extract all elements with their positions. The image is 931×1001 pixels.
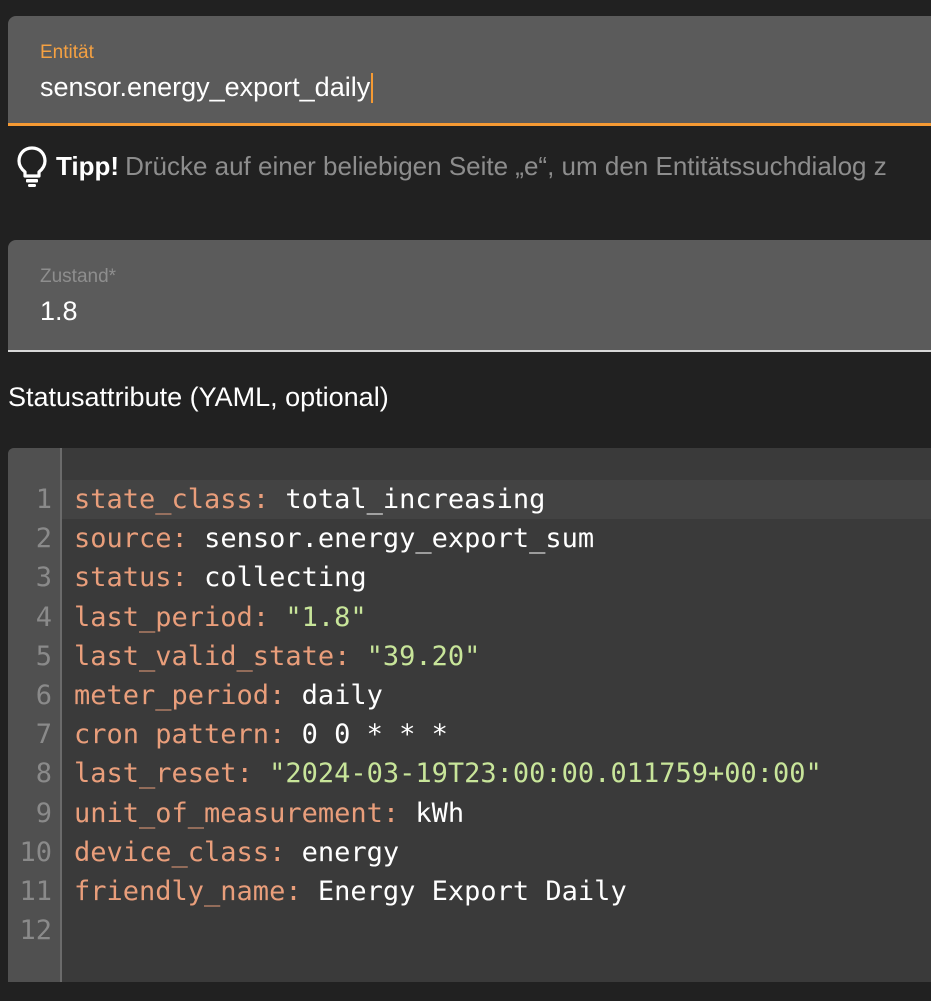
line-number: 3 — [35, 562, 52, 594]
code-content: device_class: energy — [60, 837, 399, 868]
yaml-key: last_reset — [74, 758, 237, 790]
code-content: friendly_name: Energy Export Daily — [60, 876, 627, 907]
yaml-separator: : — [382, 797, 416, 829]
yaml-value: daily — [301, 680, 383, 712]
tip-title: Tipp! — [56, 150, 120, 181]
entity-input-value[interactable]: sensor.energy_export_daily — [40, 72, 370, 103]
yaml-code-editor[interactable]: 1 state_class: total_increasing 2 source: s… — [8, 448, 931, 982]
text-caret — [371, 72, 374, 103]
yaml-key: last_period — [74, 601, 253, 633]
line-number: 8 — [35, 758, 52, 790]
state-field[interactable]: Zustand* 1.8 — [8, 240, 931, 352]
line-number: 2 — [35, 523, 52, 555]
entity-field-label: Entität — [40, 42, 94, 63]
yaml-separator: : — [171, 562, 205, 594]
yaml-key: last_valid_state — [74, 640, 335, 672]
code-lines[interactable]: 1 state_class: total_increasing 2 source: s… — [8, 480, 931, 950]
code-content: last_reset: "2024-03-19T23:00:00.011759+… — [60, 758, 822, 789]
yaml-value: kWh — [415, 797, 465, 829]
state-field-label: Zustand* — [40, 266, 117, 287]
line-number: 5 — [35, 640, 52, 672]
code-line[interactable]: 9 unit_of_measurement: kWh — [8, 794, 931, 833]
yaml-value: "2024-03-19T23:00:00.011759+00:00" — [269, 758, 822, 790]
code-line[interactable]: 10 device_class: energy — [8, 833, 931, 872]
yaml-key: source — [74, 523, 172, 555]
code-line[interactable]: 4 last_period: "1.8" — [8, 598, 931, 637]
yaml-value: sensor.energy_export_sum — [204, 523, 595, 555]
line-number: 11 — [19, 875, 52, 907]
code-content: source: sensor.energy_export_sum — [60, 523, 594, 554]
code-content: meter_period: daily — [60, 680, 383, 711]
state-input-value[interactable]: 1.8 — [40, 296, 78, 327]
line-number: 12 — [19, 915, 52, 947]
code-content: state_class: total_increasing — [60, 484, 545, 515]
attributes-label: Statusattribute (YAML, optional) — [8, 382, 389, 412]
yaml-key: cron pattern — [74, 719, 270, 751]
yaml-separator: : — [269, 719, 302, 751]
line-number: 10 — [19, 836, 52, 868]
tip-text: Drücke auf einer beliebigen Seite „e“, u… — [125, 150, 887, 181]
yaml-separator: : — [171, 523, 205, 555]
line-number: 4 — [35, 601, 52, 633]
line-number: 1 — [35, 484, 52, 516]
yaml-key: meter_period — [74, 680, 270, 712]
yaml-separator: : — [252, 484, 286, 516]
code-line[interactable]: 5 last_valid_state: "39.20" — [8, 637, 931, 676]
entity-field[interactable]: Entität sensor.energy_export_daily — [8, 16, 931, 126]
code-line[interactable]: 11 friendly_name: Energy Export Daily — [8, 872, 931, 911]
code-content: unit_of_measurement: kWh — [60, 798, 464, 829]
code-content: last_valid_state: "39.20" — [60, 641, 480, 672]
yaml-key: state_class — [74, 484, 253, 516]
yaml-key: status — [74, 562, 172, 594]
yaml-key: friendly_name — [74, 875, 286, 907]
code-line[interactable]: 7 cron pattern: 0 0 * * * — [8, 715, 931, 754]
yaml-separator: : — [236, 758, 270, 790]
line-number: 7 — [35, 719, 52, 751]
lightbulb-icon — [17, 146, 47, 187]
code-line[interactable]: 12 — [8, 911, 931, 950]
code-line[interactable]: 8 last_reset: "2024-03-19T23:00:00.011759… — [8, 754, 931, 793]
line-number: 9 — [35, 797, 52, 829]
yaml-separator: : — [285, 875, 318, 907]
yaml-key: unit_of_measurement — [74, 797, 383, 829]
yaml-separator: : — [252, 601, 286, 633]
yaml-value: Energy Export Daily — [317, 875, 627, 907]
code-content: cron pattern: 0 0 * * * — [60, 719, 448, 750]
entity-input[interactable]: sensor.energy_export_daily — [40, 72, 374, 103]
page: Entität sensor.energy_export_daily Tipp!… — [0, 0, 931, 1001]
code-content: last_period: "1.8" — [60, 602, 367, 633]
yaml-key: device_class — [74, 836, 270, 868]
yaml-value: 0 0 * * * — [301, 719, 448, 751]
yaml-value: collecting — [204, 562, 367, 594]
yaml-value: "1.8" — [285, 601, 367, 633]
line-number: 6 — [35, 680, 52, 712]
yaml-value: total_increasing — [285, 484, 546, 516]
tip-row: Tipp! Drücke auf einer beliebigen Seite … — [16, 144, 887, 188]
code-line[interactable]: 2 source: sensor.energy_export_sum — [8, 519, 931, 558]
code-line[interactable]: 3 status: collecting — [8, 558, 931, 597]
yaml-separator: : — [334, 640, 367, 672]
yaml-value: energy — [301, 836, 400, 868]
code-content: status: collecting — [60, 562, 367, 593]
yaml-separator: : — [269, 836, 302, 868]
code-line[interactable]: 1 state_class: total_increasing — [8, 480, 931, 519]
yaml-value: "39.20" — [366, 640, 481, 672]
yaml-separator: : — [269, 680, 302, 712]
code-line[interactable]: 6 meter_period: daily — [8, 676, 931, 715]
